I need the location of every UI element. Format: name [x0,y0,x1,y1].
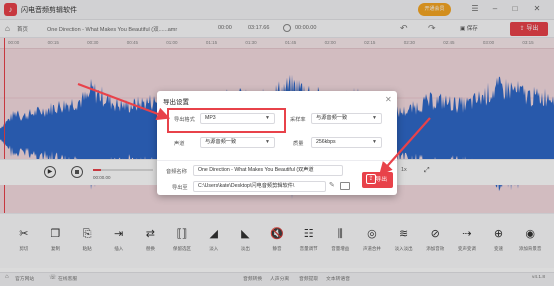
annotation-arrow-export [379,117,431,176]
annotation-arrows [77,82,431,176]
annotation-arrow-format [77,82,171,121]
